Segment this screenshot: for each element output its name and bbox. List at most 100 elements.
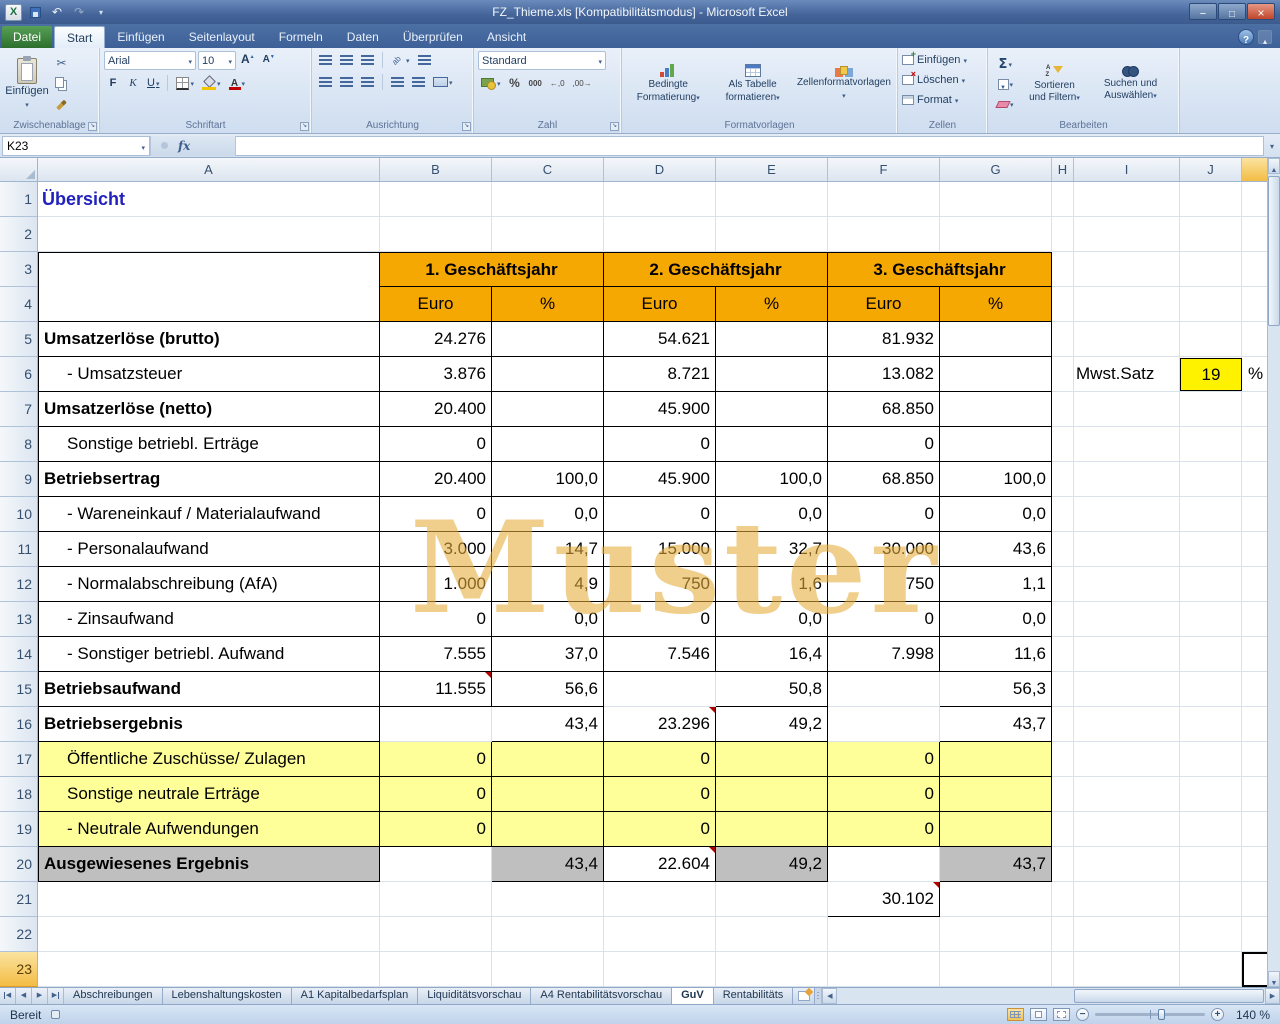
- undo-button[interactable]: [48, 4, 66, 21]
- cell-D19[interactable]: 0: [604, 812, 716, 847]
- qat-dropdown-button[interactable]: [92, 4, 110, 21]
- column-header-C[interactable]: C: [492, 158, 604, 181]
- decrease-indent-button[interactable]: [388, 73, 407, 91]
- cell-D15[interactable]: 23.296: [604, 707, 716, 742]
- row-header-12[interactable]: 12: [0, 567, 37, 602]
- cell-A16[interactable]: Betriebsergebnis: [38, 707, 380, 742]
- row-header-15[interactable]: 15: [0, 672, 37, 707]
- zoom-in-button[interactable]: +: [1211, 1008, 1224, 1021]
- grow-font-button[interactable]: [238, 52, 258, 70]
- normal-view-button[interactable]: [1007, 1008, 1024, 1021]
- sheet-tab-lebenshaltungskosten[interactable]: Lebenshaltungskosten: [163, 988, 292, 1004]
- cell-E5[interactable]: [716, 322, 828, 357]
- zoom-level[interactable]: 140 %: [1230, 1008, 1270, 1022]
- cell-F18[interactable]: 0: [828, 777, 940, 812]
- formula-input[interactable]: [236, 136, 1264, 156]
- cell-E6[interactable]: [716, 357, 828, 392]
- cell-B13[interactable]: 0: [380, 602, 492, 637]
- cell-B14[interactable]: 7.555: [380, 637, 492, 672]
- tab-seitenlayout[interactable]: Seitenlayout: [177, 26, 267, 48]
- decrease-decimal-button[interactable]: [570, 74, 595, 92]
- cell-A3[interactable]: [38, 252, 380, 322]
- cell-A11[interactable]: - Personalaufwand: [38, 532, 380, 567]
- sub-header-3[interactable]: Euro: [604, 287, 716, 322]
- align-bottom-button[interactable]: [358, 51, 377, 69]
- cell-C12[interactable]: 4,9: [492, 567, 604, 602]
- cell-D9[interactable]: 45.900: [604, 462, 716, 497]
- cell-C20[interactable]: 43,4: [492, 847, 604, 882]
- row-header-4[interactable]: 4: [0, 287, 37, 322]
- first-sheet-button[interactable]: [0, 988, 16, 1004]
- cell-C19[interactable]: [492, 812, 604, 847]
- row-header-2[interactable]: 2: [0, 217, 37, 252]
- row-header-19[interactable]: 19: [0, 812, 37, 847]
- cell-A6[interactable]: - Umsatzsteuer: [38, 357, 380, 392]
- cell-A19[interactable]: - Neutrale Aufwendungen: [38, 812, 380, 847]
- cell-D16[interactable]: 22.604: [604, 847, 716, 882]
- shrink-font-button[interactable]: [260, 52, 278, 70]
- sub-header-1[interactable]: Euro: [380, 287, 492, 322]
- cell-A17[interactable]: Öffentliche Zuschüsse/ Zulagen: [38, 742, 380, 777]
- cell-E10[interactable]: 0,0: [716, 497, 828, 532]
- zoom-slider-thumb[interactable]: [1158, 1009, 1165, 1020]
- row-header-20[interactable]: 20: [0, 847, 37, 882]
- cell-G20[interactable]: 43,7: [940, 847, 1052, 882]
- cell-E13[interactable]: 0,0: [716, 602, 828, 637]
- row-header-16[interactable]: 16: [0, 707, 37, 742]
- cell-B10[interactable]: 0: [380, 497, 492, 532]
- cell-D5[interactable]: 54.621: [604, 322, 716, 357]
- align-center-button[interactable]: [337, 73, 356, 91]
- cell-F8[interactable]: 0: [828, 427, 940, 462]
- sub-header-2[interactable]: %: [492, 287, 604, 322]
- cell-D17[interactable]: 0: [604, 742, 716, 777]
- row-header-13[interactable]: 13: [0, 602, 37, 637]
- underline-button[interactable]: U: [144, 74, 162, 92]
- row-header-14[interactable]: 14: [0, 637, 37, 672]
- cell-B15[interactable]: 11.555: [380, 672, 492, 707]
- excel-app-icon[interactable]: [5, 4, 22, 21]
- fill-button[interactable]: [994, 75, 1017, 93]
- italic-button[interactable]: K: [124, 74, 142, 92]
- sheet-tab-guv[interactable]: GuV: [672, 988, 714, 1004]
- row-header-7[interactable]: 7: [0, 392, 37, 427]
- cell-E17[interactable]: [716, 742, 828, 777]
- row-header-1[interactable]: 1: [0, 182, 37, 217]
- cell-B18[interactable]: 0: [380, 777, 492, 812]
- tab-ueberpruefen[interactable]: Überprüfen: [391, 26, 475, 48]
- cell-D10[interactable]: 0: [604, 497, 716, 532]
- cell-A20[interactable]: Ausgewiesenes Ergebnis: [38, 847, 380, 882]
- cell-C5[interactable]: [492, 322, 604, 357]
- column-header-G[interactable]: G: [940, 158, 1052, 181]
- cell-B19[interactable]: 0: [380, 812, 492, 847]
- cell-E18[interactable]: [716, 777, 828, 812]
- select-all-corner[interactable]: [0, 158, 38, 182]
- cell-B6[interactable]: 3.876: [380, 357, 492, 392]
- row-header-23[interactable]: 23: [0, 952, 37, 987]
- cell-C6[interactable]: [492, 357, 604, 392]
- cell-B11[interactable]: 3.000: [380, 532, 492, 567]
- zoom-out-button[interactable]: −: [1076, 1008, 1089, 1021]
- cell-F13[interactable]: 0: [828, 602, 940, 637]
- column-header-E[interactable]: E: [716, 158, 828, 181]
- cell-C10[interactable]: 0,0: [492, 497, 604, 532]
- cell-G11[interactable]: 43,6: [940, 532, 1052, 567]
- cell-A8[interactable]: Sonstige betriebl. Erträge: [38, 427, 380, 462]
- cell-E7[interactable]: [716, 392, 828, 427]
- cell-F11[interactable]: 30.000: [828, 532, 940, 567]
- scroll-right-button[interactable]: [1265, 988, 1280, 1004]
- bold-button[interactable]: F: [104, 74, 122, 92]
- vertical-scrollbar[interactable]: [1267, 158, 1280, 987]
- cell-A1[interactable]: Übersicht: [42, 182, 384, 217]
- cell-A18[interactable]: Sonstige neutrale Erträge: [38, 777, 380, 812]
- cell-B5[interactable]: 24.276: [380, 322, 492, 357]
- sheet-tab-rentabilitäts[interactable]: Rentabilitäts: [714, 988, 794, 1004]
- accounting-format-button[interactable]: [478, 74, 504, 92]
- column-header-A[interactable]: A: [38, 158, 380, 181]
- cut-button[interactable]: [52, 54, 71, 72]
- zoom-slider[interactable]: [1095, 1013, 1205, 1016]
- cell-C8[interactable]: [492, 427, 604, 462]
- cell-E11[interactable]: 32,7: [716, 532, 828, 567]
- year-header-2[interactable]: 2. Geschäftsjahr: [604, 252, 828, 287]
- cell-A13[interactable]: - Zinsaufwand: [38, 602, 380, 637]
- cell-B12[interactable]: 1.000: [380, 567, 492, 602]
